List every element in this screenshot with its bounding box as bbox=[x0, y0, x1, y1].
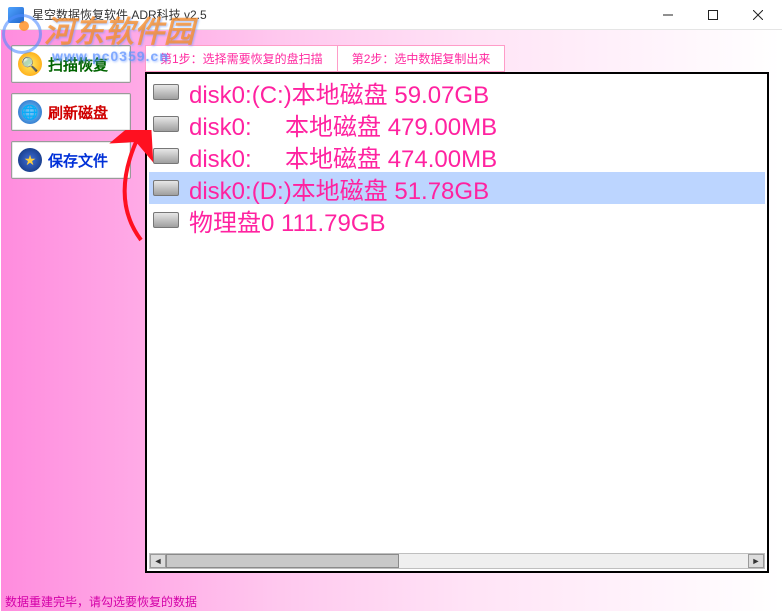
disk-row[interactable]: disk0:(D:)本地磁盘 51.78GB bbox=[149, 172, 765, 204]
scroll-left-arrow-icon[interactable]: ◄ bbox=[150, 554, 166, 568]
status-bar: 数据重建完毕，请勾选要恢复的数据 bbox=[1, 591, 781, 611]
save-file-button-icon: ★ bbox=[18, 148, 42, 172]
disk-icon bbox=[153, 180, 179, 196]
disk-row[interactable]: disk0: 本地磁盘 479.00MB bbox=[149, 108, 765, 140]
disk-row-text: disk0:(D:)本地磁盘 51.78GB bbox=[189, 171, 489, 206]
scan-recover-button-icon: 🔍 bbox=[18, 52, 42, 76]
save-file-button[interactable]: ★ 保存文件 bbox=[11, 141, 131, 179]
save-file-button-label: 保存文件 bbox=[48, 150, 108, 171]
refresh-disk-button-icon: 🌐 bbox=[18, 100, 42, 124]
disk-list-frame: disk0:(C:)本地磁盘 59.07GBdisk0: 本地磁盘 479.00… bbox=[145, 72, 769, 573]
maximize-button[interactable] bbox=[690, 0, 735, 30]
refresh-disk-button-label: 刷新磁盘 bbox=[48, 102, 108, 123]
client-area: 🔍 扫描恢复 🌐 刷新磁盘 ★ 保存文件 第1步：选择需要恢复的盘扫描 第2步：选中数据复… bbox=[1, 30, 781, 611]
step2-tab[interactable]: 第2步：选中数据复制出来 bbox=[337, 45, 506, 72]
disk-row-text: disk0:(C:)本地磁盘 59.07GB bbox=[189, 76, 489, 110]
disk-list[interactable]: disk0:(C:)本地磁盘 59.07GBdisk0: 本地磁盘 479.00… bbox=[149, 76, 765, 551]
scan-recover-button[interactable]: 🔍 扫描恢复 bbox=[11, 45, 131, 83]
step1-tab[interactable]: 第1步：选择需要恢复的盘扫描 bbox=[145, 45, 337, 72]
step-tabs: 第1步：选择需要恢复的盘扫描 第2步：选中数据复制出来 bbox=[145, 45, 505, 72]
app-icon bbox=[8, 7, 24, 23]
disk-row[interactable]: 物理盘0 111.79GB bbox=[149, 204, 765, 236]
refresh-disk-button[interactable]: 🌐 刷新磁盘 bbox=[11, 93, 131, 131]
disk-icon bbox=[153, 148, 179, 164]
disk-row[interactable]: disk0: 本地磁盘 474.00MB bbox=[149, 140, 765, 172]
disk-row[interactable]: disk0:(C:)本地磁盘 59.07GB bbox=[149, 76, 765, 108]
scan-recover-button-label: 扫描恢复 bbox=[48, 54, 108, 75]
sidebar: 🔍 扫描恢复 🌐 刷新磁盘 ★ 保存文件 bbox=[11, 45, 131, 179]
scroll-track[interactable] bbox=[166, 554, 748, 568]
disk-row-text: disk0: 本地磁盘 479.00MB bbox=[189, 107, 497, 142]
scroll-thumb[interactable] bbox=[166, 554, 399, 568]
horizontal-scrollbar[interactable]: ◄ ► bbox=[149, 553, 765, 569]
scroll-right-arrow-icon[interactable]: ► bbox=[748, 554, 764, 568]
disk-icon bbox=[153, 212, 179, 228]
disk-row-text: disk0: 本地磁盘 474.00MB bbox=[189, 139, 497, 174]
disk-icon bbox=[153, 84, 179, 100]
disk-row-text: 物理盘0 111.79GB bbox=[189, 203, 386, 238]
titlebar: 星空数据恢复软件 ADR科技 v2.5 bbox=[0, 0, 782, 30]
close-button[interactable] bbox=[735, 0, 780, 30]
minimize-button[interactable] bbox=[645, 0, 690, 30]
disk-icon bbox=[153, 116, 179, 132]
window-title: 星空数据恢复软件 ADR科技 v2.5 bbox=[32, 6, 207, 23]
